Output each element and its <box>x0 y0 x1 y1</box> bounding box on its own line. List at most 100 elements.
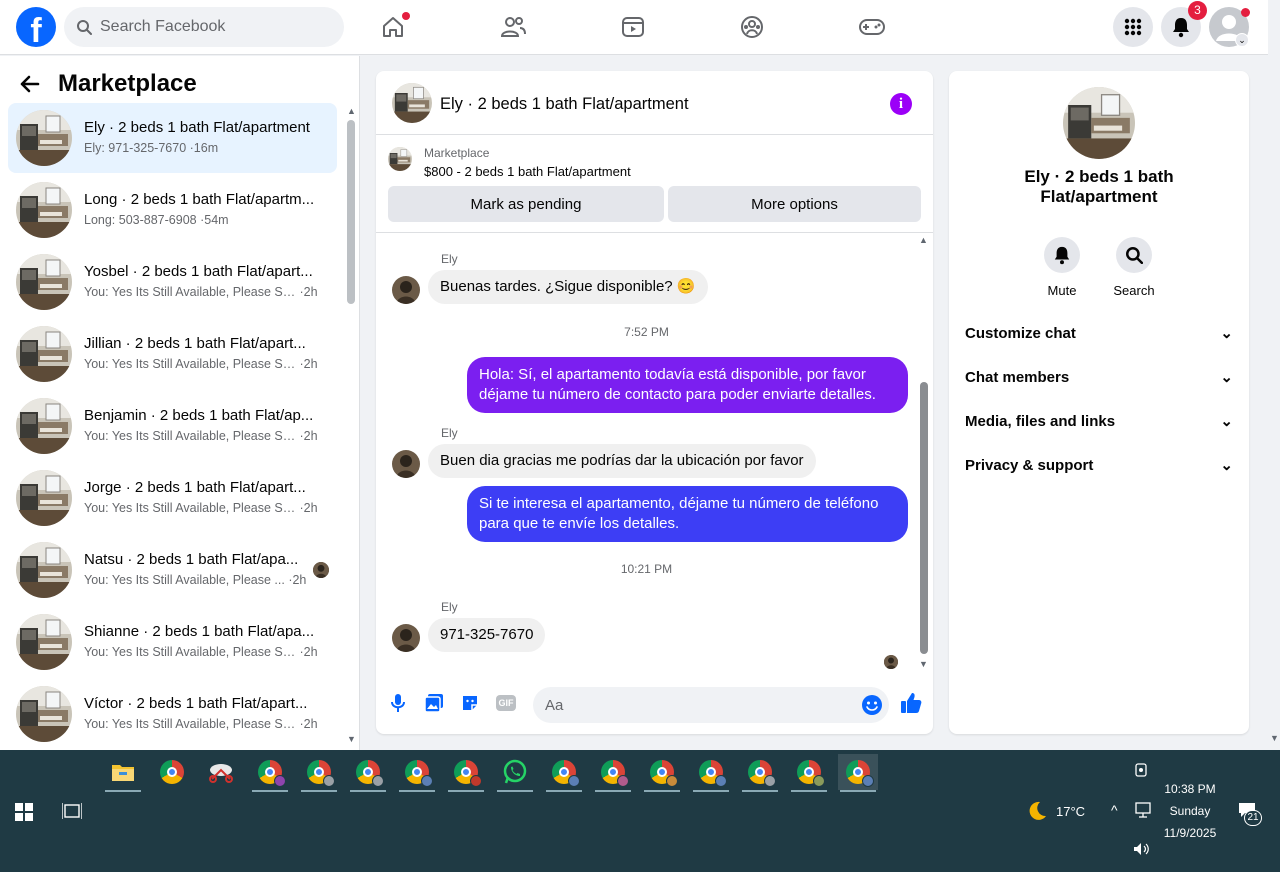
chrome-profile-icon[interactable] <box>838 754 878 792</box>
volume-icon[interactable] <box>1133 842 1151 856</box>
mark-as-pending-button[interactable]: Mark as pending <box>388 186 664 222</box>
chevron-down-icon[interactable]: ⌄ <box>1235 33 1249 47</box>
chrome-profile-icon[interactable] <box>397 754 437 792</box>
chrome-profile-icon[interactable] <box>642 754 682 792</box>
incoming-message[interactable]: Buen dia gracias me podrías dar la ubica… <box>428 444 816 478</box>
video-nav-icon[interactable] <box>618 12 648 42</box>
chrome-profile-icon[interactable] <box>348 754 388 792</box>
microphone-icon[interactable] <box>386 691 410 715</box>
clock-date[interactable]: 11/9/2025 <box>1158 826 1222 840</box>
scrollbar-thumb[interactable] <box>347 120 355 304</box>
message-input[interactable] <box>545 687 845 723</box>
windows-start-icon[interactable] <box>15 803 33 821</box>
section-label: Customize chat <box>965 324 1076 342</box>
outgoing-message[interactable]: Hola: Sí, el apartamento todavía está di… <box>467 357 908 413</box>
privacy-support-section[interactable]: Privacy & support ⌄ <box>965 453 1233 477</box>
scrollbar-thumb[interactable] <box>920 382 928 654</box>
conversation-title: Jorge · 2 beds 1 bath Flat/apart... <box>84 479 306 496</box>
customize-chat-section[interactable]: Customize chat ⌄ <box>965 321 1233 345</box>
emoji-icon[interactable] <box>861 694 883 716</box>
scroll-up-arrow-icon[interactable]: ▲ <box>347 106 356 116</box>
menu-grid-button[interactable] <box>1113 7 1153 47</box>
message-scrollbar[interactable]: ▲ ▼ <box>919 235 929 669</box>
chat-details-avatar[interactable] <box>1063 87 1135 159</box>
sender-avatar[interactable] <box>392 624 420 652</box>
chrome-profile-icon[interactable] <box>593 754 633 792</box>
conversation-item[interactable]: Yosbel · 2 beds 1 bath Flat/apart... You:… <box>8 247 337 317</box>
chrome-icon[interactable] <box>152 754 192 790</box>
search-input[interactable] <box>100 18 320 36</box>
account-avatar-button[interactable]: ⌄ <box>1209 7 1250 47</box>
message-sender: Ely <box>441 600 458 614</box>
conversation-title: Jillian · 2 beds 1 bath Flat/apart... <box>84 335 306 352</box>
conversation-item[interactable]: Long · 2 beds 1 bath Flat/apartm... Long:… <box>8 175 337 245</box>
outgoing-message[interactable]: Si te interesa el apartamento, déjame tu… <box>467 486 908 542</box>
sender-avatar[interactable] <box>392 450 420 478</box>
chat-title[interactable]: Ely · 2 beds 1 bath Flat/apartment <box>440 95 689 114</box>
conversation-item[interactable]: Shianne · 2 beds 1 bath Flat/apa... You: … <box>8 607 337 677</box>
more-options-button[interactable]: More options <box>668 186 921 222</box>
back-arrow-icon[interactable] <box>20 75 40 93</box>
clock-time[interactable]: 10:38 PM <box>1158 782 1222 796</box>
friends-nav-icon[interactable] <box>498 12 528 42</box>
chrome-profile-icon[interactable] <box>299 754 339 792</box>
notifications-badge: 3 <box>1188 1 1207 20</box>
network-icon[interactable] <box>1134 802 1152 818</box>
weather-moon-icon[interactable] <box>1026 800 1048 822</box>
sticker-icon[interactable] <box>458 691 482 715</box>
chevron-down-icon: ⌄ <box>1220 369 1233 386</box>
file-explorer-icon[interactable] <box>103 754 143 792</box>
mute-button[interactable]: Mute <box>1032 237 1092 298</box>
conversation-snippet: Long: 503-887-6908 · 54m <box>84 213 229 227</box>
info-icon[interactable]: i <box>890 93 912 115</box>
chat-window: Ely · 2 beds 1 bath Flat/apartment i Mar… <box>376 71 933 734</box>
conversation-item[interactable]: Jillian · 2 beds 1 bath Flat/apart... You… <box>8 319 337 389</box>
groups-nav-icon[interactable] <box>737 12 767 42</box>
scroll-down-arrow-icon[interactable]: ▼ <box>919 659 928 669</box>
incoming-message[interactable]: Buenas tardes. ¿Sigue disponible? 😊 <box>428 270 708 304</box>
scroll-down-arrow-icon[interactable]: ▼ <box>347 734 356 744</box>
conversation-item[interactable]: Benjamin · 2 beds 1 bath Flat/ap... You: … <box>8 391 337 461</box>
listing-thumbnail[interactable] <box>388 147 412 171</box>
clock-day[interactable]: Sunday <box>1158 804 1222 818</box>
chrome-profile-icon[interactable] <box>544 754 584 792</box>
search-in-chat-button[interactable]: Search <box>1104 237 1164 298</box>
photo-icon[interactable] <box>422 691 446 715</box>
task-view-icon[interactable] <box>62 802 82 820</box>
whatsapp-icon[interactable] <box>495 754 535 792</box>
listing-thumbnail <box>16 470 72 526</box>
chevron-up-icon[interactable]: ^ <box>1111 802 1118 818</box>
home-nav-icon[interactable] <box>378 12 410 42</box>
listing-price[interactable]: $800 - 2 beds 1 bath Flat/apartment <box>424 164 631 179</box>
chrome-profile-icon[interactable] <box>789 754 829 792</box>
chrome-profile-icon[interactable] <box>740 754 780 792</box>
chrome-profile-icon[interactable] <box>691 754 731 792</box>
conversation-list-scrollbar[interactable]: ▲ ▼ <box>347 106 356 746</box>
facebook-logo-icon[interactable]: f <box>16 7 56 47</box>
search-box[interactable] <box>64 7 344 47</box>
scroll-up-arrow-icon[interactable]: ▲ <box>919 235 928 245</box>
media-files-links-section[interactable]: Media, files and links ⌄ <box>965 409 1233 433</box>
conversation-item[interactable]: Ely · 2 beds 1 bath Flat/apartment Ely: 9… <box>8 103 337 173</box>
conversation-item[interactable]: Natsu · 2 beds 1 bath Flat/apa... You: Ye… <box>8 535 337 605</box>
message-input-box[interactable] <box>533 687 889 723</box>
scroll-down-arrow-icon[interactable]: ▼ <box>1270 733 1279 743</box>
incoming-message[interactable]: 971-325-7670 <box>428 618 546 652</box>
chrome-profile-icon[interactable] <box>446 754 486 792</box>
snipping-tool-icon[interactable] <box>201 754 241 790</box>
conversation-item[interactable]: Jorge · 2 beds 1 bath Flat/apart... You: … <box>8 463 337 533</box>
conversation-item[interactable]: Víctor · 2 beds 1 bath Flat/apart... You:… <box>8 679 337 749</box>
sender-avatar[interactable] <box>392 276 420 304</box>
notifications-button[interactable]: 3 <box>1161 1 1207 47</box>
thumbs-up-icon[interactable] <box>898 691 924 715</box>
meet-now-icon[interactable] <box>1134 763 1150 777</box>
gaming-nav-icon[interactable] <box>857 12 887 42</box>
weather-temperature[interactable]: 17°C <box>1056 804 1085 819</box>
action-center-button[interactable]: 21 <box>1238 802 1262 826</box>
chrome-profile-icon[interactable] <box>250 754 290 792</box>
gif-icon[interactable]: GIF <box>494 691 518 715</box>
marketplace-chat-list: Marketplace Ely · 2 beds 1 bath Flat/apa… <box>0 56 360 750</box>
chat-members-section[interactable]: Chat members ⌄ <box>965 365 1233 389</box>
page-scrollbar[interactable]: ▼ <box>1268 0 1280 750</box>
chat-avatar[interactable] <box>392 83 432 123</box>
